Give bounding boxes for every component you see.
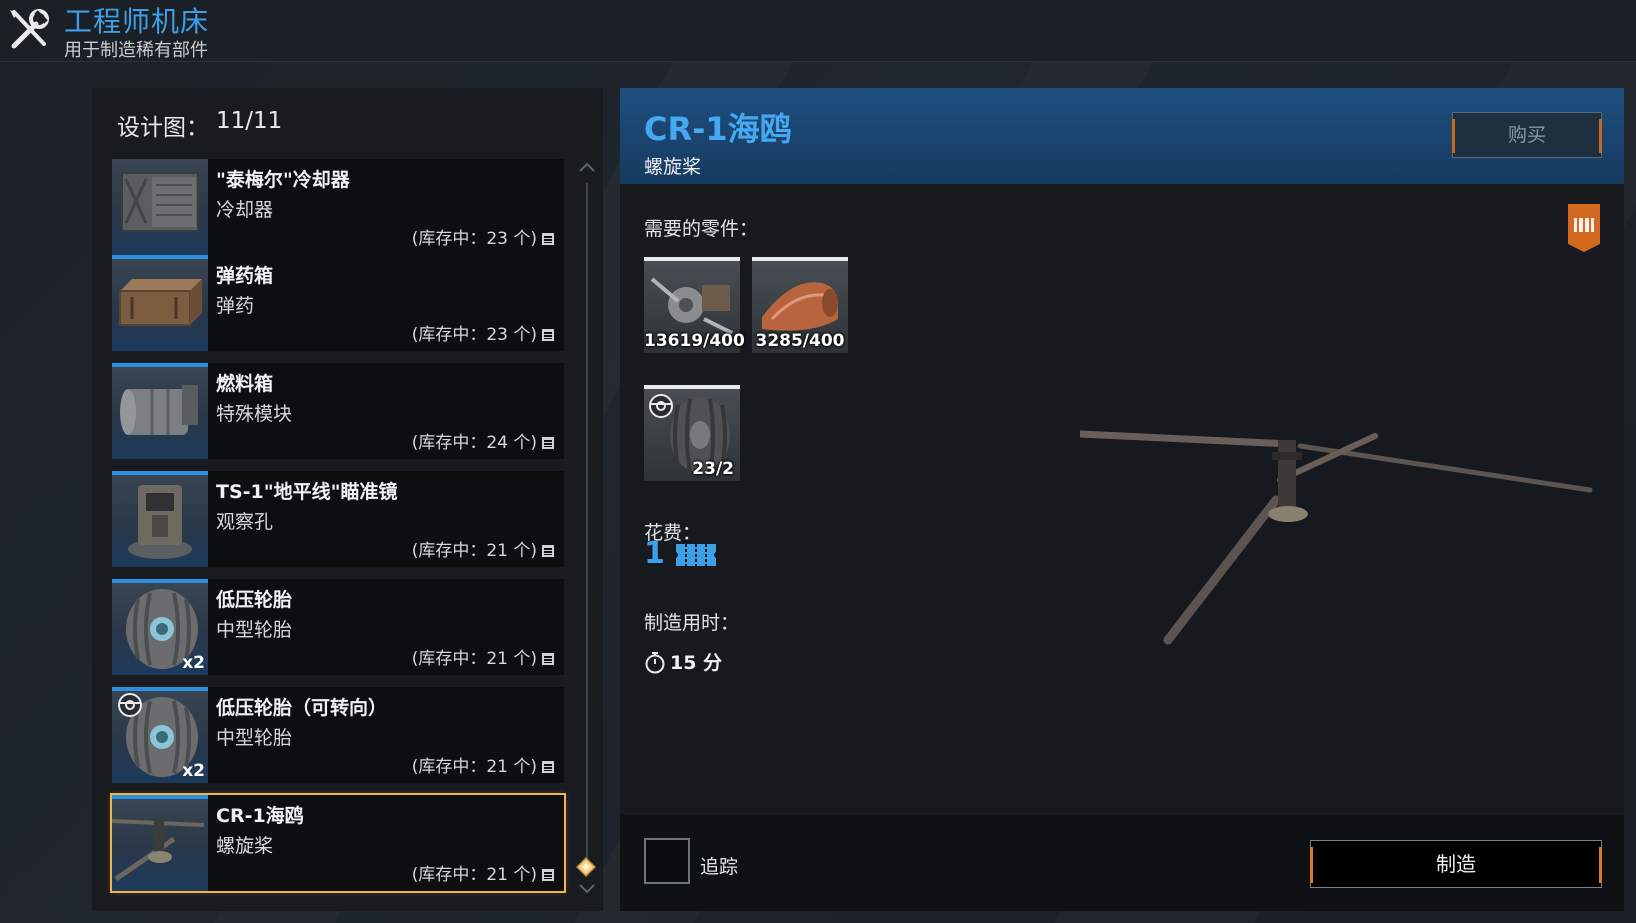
propeller-preview-image xyxy=(1080,430,1593,645)
item-stock: (库存中：21 个) xyxy=(412,752,554,777)
scrollbar-track[interactable] xyxy=(586,183,588,867)
blueprint-item-periscope[interactable]: TS-1"地平线"瞄准镜 观察孔 (库存中：21 个) xyxy=(112,471,564,567)
stock-list-icon xyxy=(542,329,554,341)
item-stock: (库存中：23 个) xyxy=(412,320,554,345)
item-type: 螺旋桨 xyxy=(216,835,274,857)
blueprint-item-propeller[interactable]: CR-1海鸥 螺旋桨 (库存中：21 个) xyxy=(110,793,566,893)
item-name: 低压轮胎 xyxy=(216,589,293,611)
quantity-badge: x2 xyxy=(182,761,205,781)
stock-text: (库存中：21 个) xyxy=(411,649,537,669)
item-stock: (库存中：23 个) xyxy=(412,224,554,249)
item-type: 中型轮胎 xyxy=(216,619,293,641)
item-stock: (库存中：24 个) xyxy=(412,428,554,453)
item-type: 弹药 xyxy=(216,295,255,317)
item-name: 低压轮胎（可转向） xyxy=(216,697,388,719)
stock-list-icon xyxy=(542,653,554,665)
part-quantity: 13619/400 xyxy=(644,331,745,351)
track-label: 追踪 xyxy=(700,856,739,878)
item-stock: (库存中：21 个) xyxy=(412,860,554,885)
blueprint-item-cooler[interactable]: "泰梅尔"冷却器 冷却器 (库存中：23 个) xyxy=(112,159,564,255)
coupon-icon xyxy=(676,544,716,566)
stock-list-icon xyxy=(542,545,554,557)
blueprint-item-steerable-tire[interactable]: x2 低压轮胎（可转向） 中型轮胎 (库存中：21 个) xyxy=(112,687,564,783)
periscope-icon xyxy=(112,471,208,567)
item-type: 冷却器 xyxy=(216,199,274,221)
blueprint-item-low-pressure-tire[interactable]: x2 低压轮胎 中型轮胎 (库存中：21 个) xyxy=(112,579,564,675)
stock-text: (库存中：21 个) xyxy=(411,865,537,885)
item-type: 特殊模块 xyxy=(216,403,293,425)
item-name: TS-1"地平线"瞄准镜 xyxy=(216,481,398,503)
item-type: 中型轮胎 xyxy=(216,727,293,749)
button-edge xyxy=(1599,847,1602,883)
item-type: 观察孔 xyxy=(216,511,274,533)
ammo-box-icon xyxy=(112,255,208,351)
detail-title: CR-1海鸥 xyxy=(644,110,792,148)
stock-text: (库存中：23 个) xyxy=(411,325,537,345)
craft-button[interactable]: 制造 xyxy=(1310,840,1602,888)
scroll-down-chevron-icon[interactable] xyxy=(578,882,596,896)
item-stock: (库存中：21 个) xyxy=(412,644,554,669)
item-name: CR-1海鸥 xyxy=(216,805,304,827)
buy-button[interactable]: 购买 xyxy=(1452,112,1602,158)
fuel-tank-icon xyxy=(112,363,208,459)
buy-label: 购买 xyxy=(1507,124,1546,146)
page-subtitle: 用于制造稀有部件 xyxy=(64,40,208,61)
craft-time-value: 15 分 xyxy=(670,652,723,674)
stock-text: (库存中：23 个) xyxy=(411,229,537,249)
part-quantity: 3285/400 xyxy=(755,331,845,351)
stock-text: (库存中：21 个) xyxy=(411,541,537,561)
blueprint-item-fuel-tank[interactable]: 燃料箱 特殊模块 (库存中：24 个) xyxy=(112,363,564,459)
part-steerable-wheel[interactable]: 23/2 xyxy=(644,385,740,481)
part-quantity: 23/2 xyxy=(692,459,734,479)
blueprint-count: 11/11 xyxy=(216,108,283,134)
propeller-icon xyxy=(112,795,208,891)
cooler-icon xyxy=(112,159,208,255)
craft-time-label: 制造用时： xyxy=(644,612,740,634)
wheel-icon: x2 xyxy=(112,579,208,675)
stock-text: (库存中：21 个) xyxy=(411,757,537,777)
steerable-wheel-icon: x2 xyxy=(112,687,208,783)
track-checkbox[interactable] xyxy=(644,838,690,884)
craft-label: 制造 xyxy=(1436,852,1476,876)
item-name: 燃料箱 xyxy=(216,373,274,395)
coupon-tag-icon xyxy=(1568,204,1600,252)
stock-list-icon xyxy=(542,869,554,881)
part-copper[interactable]: 3285/400 xyxy=(752,257,848,353)
button-edge xyxy=(1452,119,1455,153)
scrollbar-thumb[interactable] xyxy=(576,857,596,877)
page-title: 工程师机床 xyxy=(64,5,210,38)
window-header: 工程师机床 用于制造稀有部件 xyxy=(0,0,1636,62)
item-name: 弹药箱 xyxy=(216,265,274,287)
cost-value: 1 xyxy=(644,536,665,571)
blueprint-item-ammo-box[interactable]: 弹药箱 弹药 (库存中：23 个) xyxy=(112,255,564,351)
quantity-badge: x2 xyxy=(182,653,205,673)
blueprint-count-label: 设计图： xyxy=(117,115,209,141)
required-parts-label: 需要的零件： xyxy=(644,218,759,240)
stock-text: (库存中：24 个) xyxy=(411,433,537,453)
stopwatch-icon xyxy=(645,652,665,674)
scroll-up-chevron-icon[interactable] xyxy=(578,160,596,174)
detail-type: 螺旋桨 xyxy=(644,156,702,178)
wrench-screwdriver-icon xyxy=(10,9,49,49)
item-stock: (库存中：21 个) xyxy=(412,536,554,561)
button-edge xyxy=(1310,847,1313,883)
stock-list-icon xyxy=(542,233,554,245)
stock-list-icon xyxy=(542,437,554,449)
part-scrap-metal[interactable]: 13619/400 xyxy=(644,257,745,353)
stock-list-icon xyxy=(542,761,554,773)
button-edge xyxy=(1599,119,1602,153)
item-name: "泰梅尔"冷却器 xyxy=(216,169,350,191)
